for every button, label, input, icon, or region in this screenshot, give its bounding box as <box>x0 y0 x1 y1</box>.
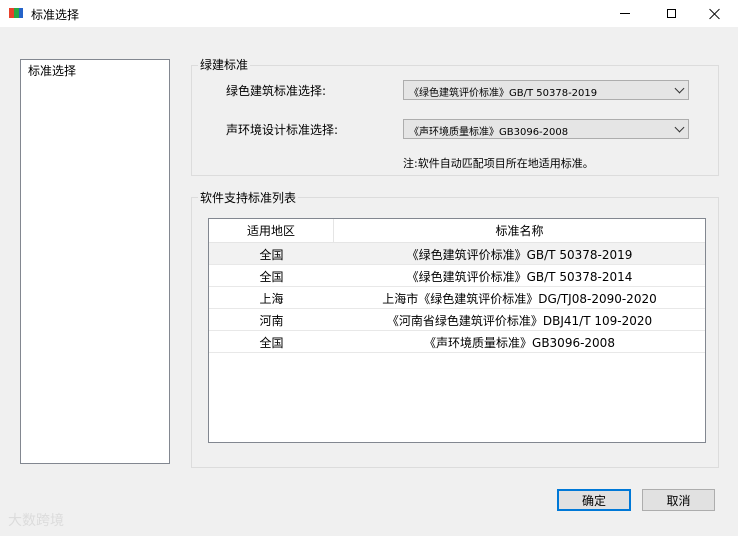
standards-list-group-label: 软件支持标准列表 <box>198 189 299 206</box>
sidebar-item-standard-selection[interactable]: 标准选择 <box>28 62 76 79</box>
standard-name-cell: 《绿色建筑评价标准》GB/T 50378-2014 <box>406 269 633 284</box>
window-title: 标准选择 <box>31 8 80 22</box>
acoustic-standard-value: 《声环境质量标准》GB3096-2008 <box>409 127 569 138</box>
region-cell: 全国 <box>259 335 284 350</box>
acoustic-standard-label: 声环境设计标准选择: <box>226 123 339 137</box>
region-cell: 全国 <box>259 269 284 284</box>
close-icon <box>709 8 721 20</box>
green-building-standard-label: 绿色建筑标准选择: <box>226 84 327 98</box>
standard-name-cell: 上海市《绿色建筑评价标准》DG/TJ08-2090-2020 <box>382 291 657 306</box>
region-cell: 全国 <box>259 247 284 262</box>
table-row[interactable]: 全国 《声环境质量标准》GB3096-2008 <box>209 331 705 353</box>
ok-button[interactable]: 确定 <box>557 489 631 511</box>
maximize-button[interactable] <box>648 0 694 27</box>
column-header-region[interactable]: 适用地区 <box>209 219 334 242</box>
table-row[interactable]: 上海 上海市《绿色建筑评价标准》DG/TJ08-2090-2020 <box>209 287 705 309</box>
chevron-down-icon <box>674 83 685 94</box>
minimize-button[interactable] <box>602 0 648 27</box>
title-bar: 标准选择 <box>0 0 738 27</box>
column-header-standard-name[interactable]: 标准名称 <box>334 219 705 242</box>
watermark-logo: 大数跨境 <box>8 513 64 529</box>
app-logo-icon <box>9 8 23 18</box>
table-row[interactable]: 全国 《绿色建筑评价标准》GB/T 50378-2019 <box>209 243 705 265</box>
maximize-icon <box>666 9 676 18</box>
acoustic-standard-dropdown[interactable]: 《声环境质量标准》GB3096-2008 <box>403 119 689 139</box>
table-row[interactable]: 河南 《河南省绿色建筑评价标准》DBJ41/T 109-2020 <box>209 309 705 331</box>
auto-match-note: 注:软件自动匹配项目所在地适用标准。 <box>403 157 594 170</box>
table-header: 适用地区 标准名称 <box>209 219 705 243</box>
region-cell: 上海 <box>259 291 284 306</box>
standard-name-cell: 《绿色建筑评价标准》GB/T 50378-2019 <box>406 247 633 262</box>
close-button[interactable] <box>692 0 738 27</box>
sidebar-tree[interactable]: 标准选择 <box>20 59 170 464</box>
region-cell: 河南 <box>259 313 284 328</box>
chevron-down-icon <box>674 122 685 133</box>
standards-table[interactable]: 适用地区 标准名称 全国 《绿色建筑评价标准》GB/T 50378-2019 全… <box>208 218 706 443</box>
green-building-standard-value: 《绿色建筑评价标准》GB/T 50378-2019 <box>409 88 598 99</box>
cancel-button[interactable]: 取消 <box>642 489 715 511</box>
table-row[interactable]: 全国 《绿色建筑评价标准》GB/T 50378-2014 <box>209 265 705 287</box>
standard-name-cell: 《河南省绿色建筑评价标准》DBJ41/T 109-2020 <box>386 313 653 328</box>
green-building-standard-dropdown[interactable]: 《绿色建筑评价标准》GB/T 50378-2019 <box>403 80 689 100</box>
standard-name-cell: 《声环境质量标准》GB3096-2008 <box>424 335 615 350</box>
minimize-icon <box>620 13 630 14</box>
green-standard-group-label: 绿建标准 <box>198 56 251 73</box>
